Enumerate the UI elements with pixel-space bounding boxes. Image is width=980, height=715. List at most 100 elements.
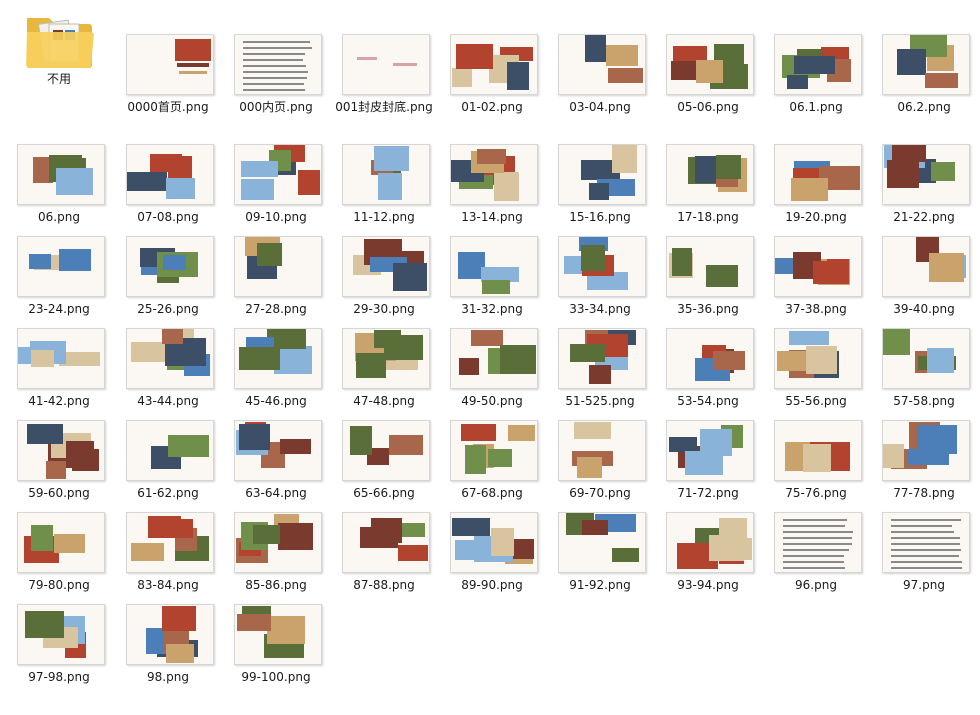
file-item[interactable]: 11-12.png [330, 142, 438, 230]
file-thumbnail [17, 144, 105, 205]
file-thumbnail [882, 236, 970, 297]
file-item[interactable]: 97-98.png [5, 602, 113, 690]
photo-tile [298, 170, 320, 195]
file-item[interactable]: 19-20.png [762, 142, 870, 230]
file-item[interactable]: 99-100.png [222, 602, 330, 690]
file-name-label: 89-90.png [461, 578, 523, 592]
file-item[interactable]: 17-18.png [654, 142, 762, 230]
photo-tile [582, 520, 608, 535]
photo-tile [494, 172, 519, 201]
file-item[interactable]: 09-10.png [222, 142, 330, 230]
file-name-label: 不用 [46, 72, 71, 86]
photo-tile [931, 162, 955, 181]
file-thumbnail [342, 512, 430, 573]
file-item[interactable]: 43-44.png [114, 326, 222, 414]
file-item[interactable]: 69-70.png [546, 418, 654, 506]
file-item[interactable]: 35-36.png [654, 234, 762, 322]
file-item[interactable]: 63-64.png [222, 418, 330, 506]
file-item[interactable]: 27-28.png [222, 234, 330, 322]
file-item[interactable]: 31-32.png [438, 234, 546, 322]
file-item[interactable]: 001封皮封底.png [330, 32, 438, 120]
file-item[interactable]: 67-68.png [438, 418, 546, 506]
file-item[interactable]: 53-54.png [654, 326, 762, 414]
file-item[interactable]: 03-04.png [546, 32, 654, 120]
file-item[interactable]: 55-56.png [762, 326, 870, 414]
photo-tile [700, 429, 732, 456]
file-thumbnail [234, 512, 322, 573]
file-item[interactable]: 05-06.png [654, 32, 762, 120]
folder-item[interactable]: 不用 [5, 4, 113, 92]
file-thumbnail [126, 328, 214, 389]
photo-tile [237, 614, 271, 631]
file-item[interactable]: 75-76.png [762, 418, 870, 506]
file-grid-view: 不用 0000首页.png 000内页.png 001封皮封底.png 01-02.pn… [0, 0, 980, 715]
file-item[interactable]: 41-42.png [5, 326, 113, 414]
file-thumbnail [234, 144, 322, 205]
photo-tile [883, 444, 904, 468]
photo-tile [29, 254, 51, 269]
file-item[interactable]: 87-88.png [330, 510, 438, 598]
file-item[interactable]: 0000首页.png [114, 32, 222, 120]
file-item[interactable]: 23-24.png [5, 234, 113, 322]
photo-tile [452, 518, 490, 536]
file-item[interactable]: 49-50.png [438, 326, 546, 414]
file-name-label: 61-62.png [137, 486, 199, 500]
file-name-label: 63-64.png [245, 486, 307, 500]
file-item[interactable]: 47-48.png [330, 326, 438, 414]
photo-tile [384, 335, 423, 360]
file-item[interactable]: 61-62.png [114, 418, 222, 506]
file-item[interactable]: 06.png [5, 142, 113, 230]
file-name-label: 91-92.png [569, 578, 631, 592]
file-thumbnail [126, 144, 214, 205]
file-item[interactable]: 59-60.png [5, 418, 113, 506]
photo-tile [54, 534, 85, 553]
file-item[interactable]: 15-16.png [546, 142, 654, 230]
file-name-label: 93-94.png [677, 578, 739, 592]
file-item[interactable]: 85-86.png [222, 510, 330, 598]
file-thumbnail [558, 420, 646, 481]
photo-tile [127, 172, 167, 191]
file-item[interactable]: 96.png [762, 510, 870, 598]
file-item[interactable]: 37-38.png [762, 234, 870, 322]
file-item[interactable]: 000内页.png [222, 32, 330, 120]
file-item[interactable]: 21-22.png [870, 142, 978, 230]
file-item[interactable]: 91-92.png [546, 510, 654, 598]
file-item[interactable]: 79-80.png [5, 510, 113, 598]
file-item[interactable]: 07-08.png [114, 142, 222, 230]
file-item[interactable]: 57-58.png [870, 326, 978, 414]
file-thumbnail [666, 420, 754, 481]
file-item[interactable]: 13-14.png [438, 142, 546, 230]
file-item[interactable]: 77-78.png [870, 418, 978, 506]
photo-tile [929, 253, 964, 282]
file-item[interactable]: 71-72.png [654, 418, 762, 506]
file-name-label: 33-34.png [569, 302, 631, 316]
file-thumbnail [342, 328, 430, 389]
file-item[interactable]: 98.png [114, 602, 222, 690]
file-item[interactable]: 29-30.png [330, 234, 438, 322]
photo-tile [239, 347, 280, 370]
file-item[interactable]: 65-66.png [330, 418, 438, 506]
file-item[interactable]: 33-34.png [546, 234, 654, 322]
file-item[interactable]: 89-90.png [438, 510, 546, 598]
file-item[interactable]: 51-525.png [546, 326, 654, 414]
file-thumbnail [342, 34, 430, 95]
file-thumbnail [666, 512, 754, 573]
file-name-label: 87-88.png [353, 578, 415, 592]
file-item[interactable]: 45-46.png [222, 326, 330, 414]
file-item[interactable]: 06.1.png [762, 32, 870, 120]
file-item[interactable]: 25-26.png [114, 234, 222, 322]
file-item[interactable]: 83-84.png [114, 510, 222, 598]
file-name-label: 85-86.png [245, 578, 307, 592]
file-item[interactable]: 01-02.png [438, 32, 546, 120]
file-name-label: 67-68.png [461, 486, 523, 500]
file-item[interactable]: 39-40.png [870, 234, 978, 322]
file-item[interactable]: 93-94.png [654, 510, 762, 598]
file-name-label: 001封皮封底.png [335, 100, 433, 114]
file-item[interactable]: 97.png [870, 510, 978, 598]
file-name-label: 06.2.png [897, 100, 951, 114]
file-item[interactable]: 06.2.png [870, 32, 978, 120]
file-name-label: 09-10.png [245, 210, 307, 224]
photo-tile [59, 249, 91, 271]
photo-tile [280, 439, 311, 454]
file-name-label: 71-72.png [677, 486, 739, 500]
